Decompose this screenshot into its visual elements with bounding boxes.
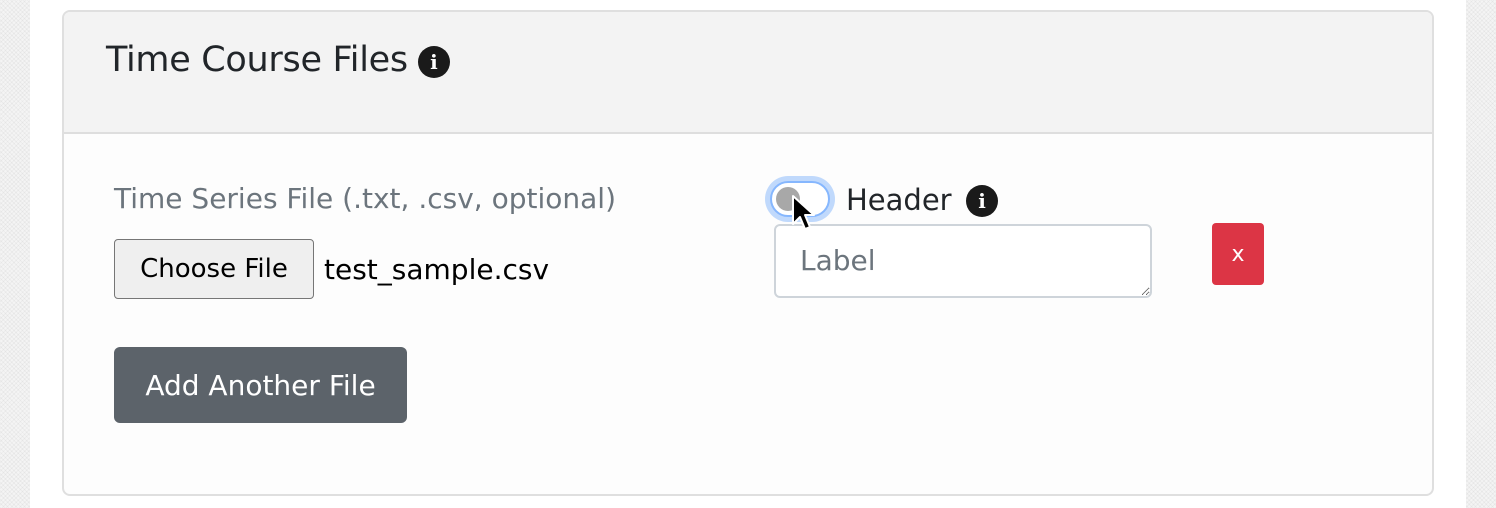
add-another-file-button[interactable]: Add Another File — [114, 347, 407, 423]
header-toggle-label: Header — [846, 183, 952, 217]
header-info-icon[interactable]: i — [966, 185, 998, 217]
info-icon[interactable]: i — [417, 46, 450, 78]
label-input[interactable] — [774, 224, 1152, 298]
card-header: Time Course Files i — [64, 12, 1432, 134]
choose-file-button[interactable]: Choose File — [114, 239, 314, 299]
card-title-text: Time Course Files — [106, 40, 408, 80]
mouse-pointer-icon — [792, 195, 815, 230]
time-series-file-label: Time Series File (.txt, .csv, optional) — [114, 182, 616, 215]
remove-file-button[interactable]: x — [1212, 223, 1264, 285]
time-course-files-card: Time Course Files i Time Series File (.t… — [62, 10, 1434, 496]
card-title: Time Course Files i — [106, 40, 450, 80]
selected-file-name: test_sample.csv — [324, 253, 550, 286]
